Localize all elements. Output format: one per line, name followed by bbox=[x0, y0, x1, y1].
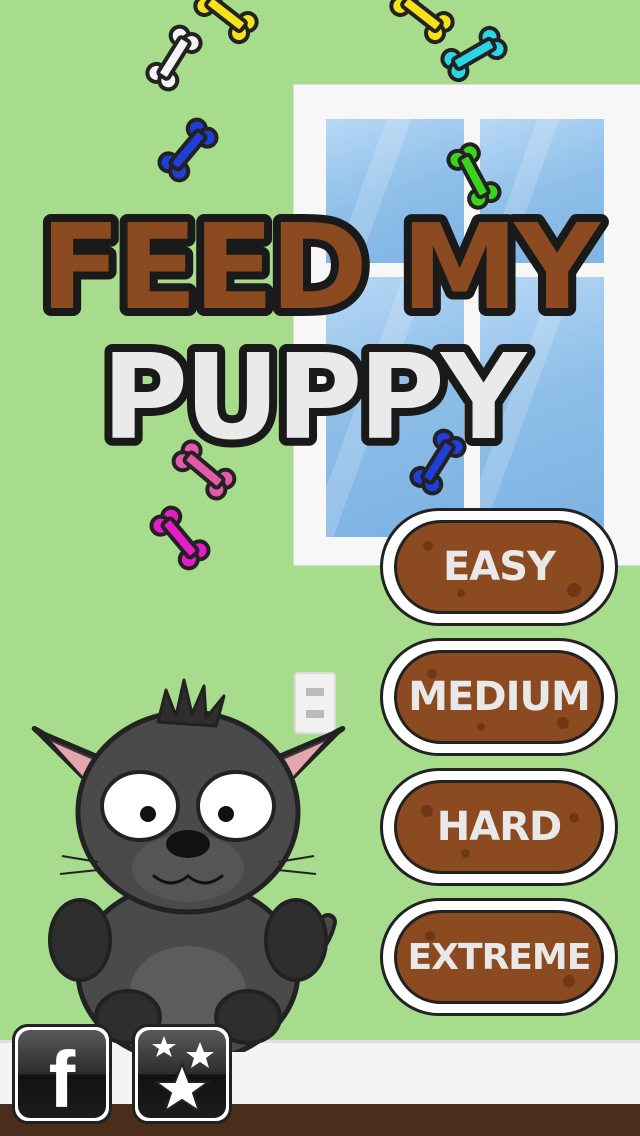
bone-icon bbox=[142, 21, 206, 95]
extreme-button[interactable]: EXTREME bbox=[380, 898, 618, 1016]
puppy-character bbox=[31, 678, 346, 1052]
stars-icon bbox=[138, 1030, 226, 1118]
title-line1: FEED MY bbox=[40, 198, 601, 336]
facebook-button[interactable]: f bbox=[12, 1024, 112, 1124]
hard-label: HARD bbox=[436, 804, 562, 850]
facebook-icon: f bbox=[18, 1030, 106, 1124]
bone-icon bbox=[145, 501, 215, 575]
game-title: FEED MY PUPPY bbox=[32, 190, 613, 474]
bone-icon bbox=[437, 22, 511, 86]
extreme-label: EXTREME bbox=[407, 936, 592, 978]
easy-label: EASY bbox=[442, 544, 556, 590]
facebook-glyph: f bbox=[48, 1035, 76, 1124]
rate-stars-button[interactable] bbox=[132, 1024, 232, 1124]
easy-button[interactable]: EASY bbox=[380, 508, 618, 626]
bone-icon bbox=[189, 0, 263, 48]
medium-button[interactable]: MEDIUM bbox=[380, 638, 618, 756]
medium-label: MEDIUM bbox=[408, 674, 590, 720]
title-line2: PUPPY bbox=[102, 328, 528, 466]
hard-button[interactable]: HARD bbox=[380, 768, 618, 886]
bone-icon bbox=[153, 113, 223, 187]
bone-icon bbox=[385, 0, 459, 48]
